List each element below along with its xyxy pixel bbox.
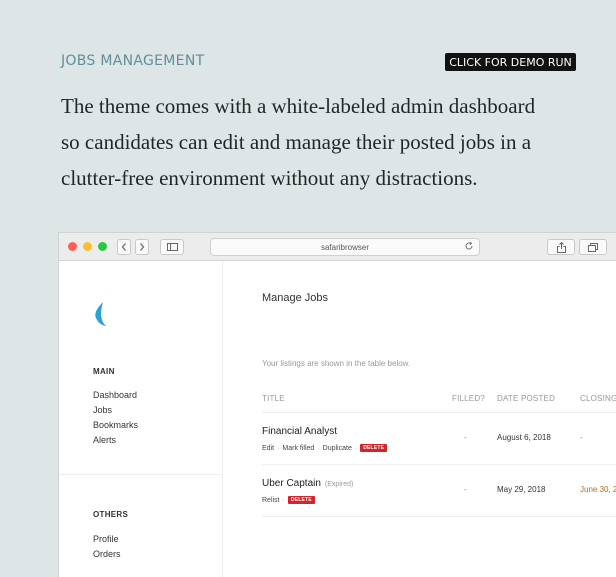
browser-window: safaribrowser MAIN Dashboard Jobs Bookma…	[59, 233, 616, 577]
reload-icon[interactable]	[464, 241, 474, 251]
tabs-icon	[588, 242, 598, 252]
share-icon	[556, 241, 566, 253]
browser-toolbar: safaribrowser	[59, 233, 616, 261]
separator: ·	[277, 444, 280, 452]
column-header-filled[interactable]: FILLED?	[452, 394, 485, 403]
minimize-window-button[interactable]	[83, 242, 92, 251]
description-line: clutter-free environment without any dis…	[61, 166, 478, 190]
nav-group-others: OTHERS	[93, 510, 129, 519]
share-button[interactable]	[547, 239, 575, 255]
job-title-text[interactable]: Financial Analyst	[262, 426, 337, 437]
job-actions: Relist · DELETE	[262, 496, 315, 504]
demo-run-button[interactable]: CLICK FOR DEMO RUN	[445, 53, 576, 71]
sidebar-item-profile[interactable]: Profile	[93, 534, 119, 544]
separator: ·	[317, 444, 320, 452]
sidebar-item-alerts[interactable]: Alerts	[93, 435, 116, 445]
nav-group-main: MAIN	[93, 367, 115, 376]
main-content: Manage Jobs Your listings are shown in t…	[223, 261, 616, 577]
row-divider	[262, 464, 616, 465]
expired-status: (Expired)	[324, 481, 354, 488]
sidebar-item-orders[interactable]: Orders	[93, 549, 121, 559]
sidebar-divider	[59, 474, 222, 475]
dashboard-sidebar: MAIN Dashboard Jobs Bookmarks Alerts OTH…	[59, 261, 223, 577]
description-line: The theme comes with a white-labeled adm…	[61, 94, 536, 118]
edit-link[interactable]: Edit	[262, 445, 274, 452]
forward-button[interactable]	[135, 239, 149, 255]
sidebar-icon	[166, 243, 178, 251]
duplicate-link[interactable]: Duplicate	[323, 445, 352, 452]
delete-button[interactable]: DELETE	[287, 496, 315, 504]
table-intro: Your listings are shown in the table bel…	[262, 359, 411, 368]
sidebar-toggle-button[interactable]	[160, 239, 184, 255]
date-posted-value: May 29, 2018	[497, 485, 546, 494]
filled-value: -	[464, 485, 467, 494]
row-divider	[262, 516, 616, 517]
page-title: Manage Jobs	[262, 292, 329, 304]
row-divider	[262, 412, 616, 413]
job-title[interactable]: Financial Analyst	[262, 426, 337, 437]
relist-link[interactable]: Relist	[262, 497, 280, 504]
job-title[interactable]: Uber Captain (Expired)	[262, 478, 353, 489]
chevron-left-icon	[121, 243, 126, 251]
description-line: so candidates can edit and manage their …	[61, 130, 532, 154]
section-title: JOBS MANAGEMENT	[61, 53, 205, 69]
job-title-text[interactable]: Uber Captain	[262, 478, 321, 489]
maximize-window-button[interactable]	[98, 242, 107, 251]
address-text: safaribrowser	[320, 242, 369, 252]
job-actions: Edit · Mark filled · Duplicate · DELETE	[262, 444, 388, 452]
filled-value: -	[464, 433, 467, 442]
sidebar-item-bookmarks[interactable]: Bookmarks	[93, 420, 138, 430]
column-header-date-posted[interactable]: DATE POSTED	[497, 394, 555, 403]
sidebar-item-dashboard[interactable]: Dashboard	[93, 390, 137, 400]
tabs-button[interactable]	[579, 239, 607, 255]
close-window-button[interactable]	[68, 242, 77, 251]
sidebar-item-jobs[interactable]: Jobs	[93, 405, 112, 415]
back-button[interactable]	[117, 239, 131, 255]
column-header-closing[interactable]: CLOSING	[580, 394, 616, 403]
closing-value: June 30, 2	[580, 485, 616, 494]
column-header-title[interactable]: TITLE	[262, 394, 285, 403]
chevron-right-icon	[140, 243, 145, 251]
closing-value: -	[580, 433, 583, 442]
description: The theme comes with a white-labeled adm…	[61, 88, 581, 196]
date-posted-value: August 6, 2018	[497, 433, 551, 442]
delete-button[interactable]: DELETE	[360, 444, 388, 452]
mark-filled-link[interactable]: Mark filled	[282, 445, 314, 452]
separator: ·	[282, 496, 285, 504]
address-bar[interactable]: safaribrowser	[210, 238, 480, 256]
separator: ·	[354, 444, 358, 452]
logo	[95, 302, 106, 326]
